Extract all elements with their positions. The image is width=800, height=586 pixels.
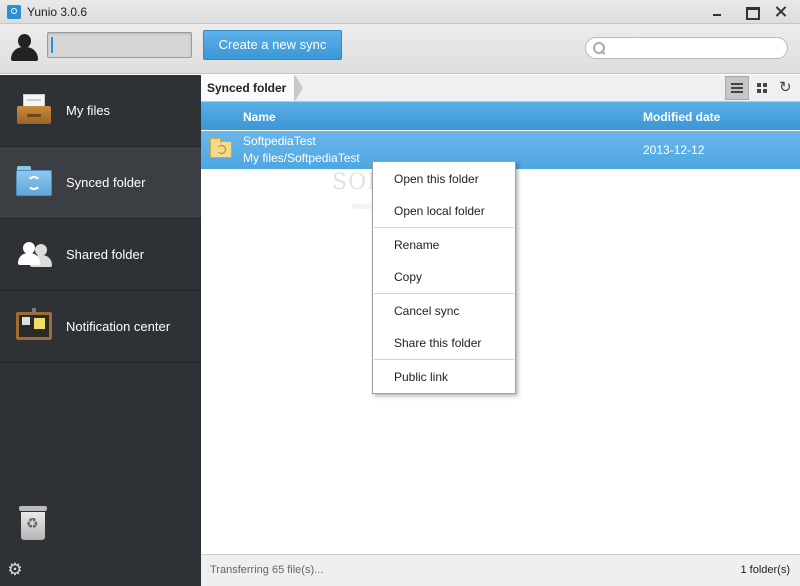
toolbar: Create a new sync [0, 24, 800, 74]
sidebar-item-notification-center[interactable]: Notification center [0, 291, 201, 363]
breadcrumb[interactable]: Synced folder [201, 75, 304, 101]
grid-view-button[interactable] [750, 76, 774, 100]
title-bar: Yunio 3.0.6 [0, 0, 800, 24]
create-new-sync-button[interactable]: Create a new sync [203, 30, 342, 60]
list-view-button[interactable] [725, 76, 749, 100]
synced-folder-icon [16, 164, 52, 200]
menu-item-open-this-folder[interactable]: Open this folder [373, 166, 515, 192]
menu-item-rename[interactable]: Rename [373, 232, 515, 258]
folder-name: SoftpediaTest [243, 134, 316, 148]
breadcrumb-bar: Synced folder ↻ [201, 75, 800, 102]
menu-separator [374, 227, 514, 228]
minimize-button[interactable] [703, 2, 731, 22]
sidebar: My files Synced folder Shared folder Not… [0, 75, 201, 586]
sidebar-item-label: Synced folder [66, 175, 146, 190]
transfer-status: Transferring 65 file(s)... [210, 564, 324, 576]
menu-separator [374, 293, 514, 294]
notification-board-icon [16, 308, 52, 344]
folder-count: 1 folder(s) [740, 564, 790, 576]
folder-path: My files/SoftpediaTest [243, 151, 360, 165]
context-menu: Open this folder Open local folder Renam… [372, 161, 516, 394]
list-view-icon [731, 83, 743, 93]
column-header-name[interactable]: Name [243, 110, 276, 124]
close-button[interactable] [767, 2, 795, 22]
sidebar-item-my-files[interactable]: My files [0, 75, 201, 147]
menu-item-copy[interactable]: Copy [373, 264, 515, 290]
menu-item-cancel-sync[interactable]: Cancel sync [373, 298, 515, 324]
trash-icon[interactable] [19, 506, 47, 540]
shared-folder-icon [16, 236, 52, 272]
refresh-button[interactable]: ↻ [775, 76, 799, 100]
grid-view-icon [757, 83, 767, 93]
sidebar-item-label: My files [66, 103, 111, 118]
menu-item-share-this-folder[interactable]: Share this folder [373, 330, 515, 356]
sidebar-item-shared-folder[interactable]: Shared folder [0, 219, 201, 291]
menu-separator [374, 359, 514, 360]
username-field[interactable] [47, 32, 192, 58]
sidebar-item-synced-folder[interactable]: Synced folder [0, 147, 201, 219]
modified-date: 2013-12-12 [643, 143, 705, 157]
sidebar-item-label: Notification center [66, 319, 171, 334]
yunio-app-icon [7, 5, 21, 19]
user-avatar-icon[interactable] [10, 33, 38, 63]
window-title: Yunio 3.0.6 [27, 5, 88, 19]
menu-item-open-local-folder[interactable]: Open local folder [373, 198, 515, 224]
menu-item-public-link[interactable]: Public link [373, 364, 515, 390]
gear-icon[interactable]: ⚙ [6, 561, 24, 579]
maximize-button[interactable] [737, 2, 765, 22]
refresh-icon: ↻ [779, 78, 792, 96]
column-header-modified-date[interactable]: Modified date [643, 110, 720, 124]
table-header: Name Modified date [201, 102, 800, 130]
search-icon [593, 42, 605, 54]
files-tray-icon [16, 92, 52, 128]
sidebar-item-label: Shared folder [66, 247, 145, 262]
synced-folder-icon [210, 138, 232, 158]
status-bar: Transferring 65 file(s)... 1 folder(s) [201, 554, 800, 586]
search-box[interactable] [585, 37, 788, 59]
search-input[interactable] [610, 40, 780, 56]
